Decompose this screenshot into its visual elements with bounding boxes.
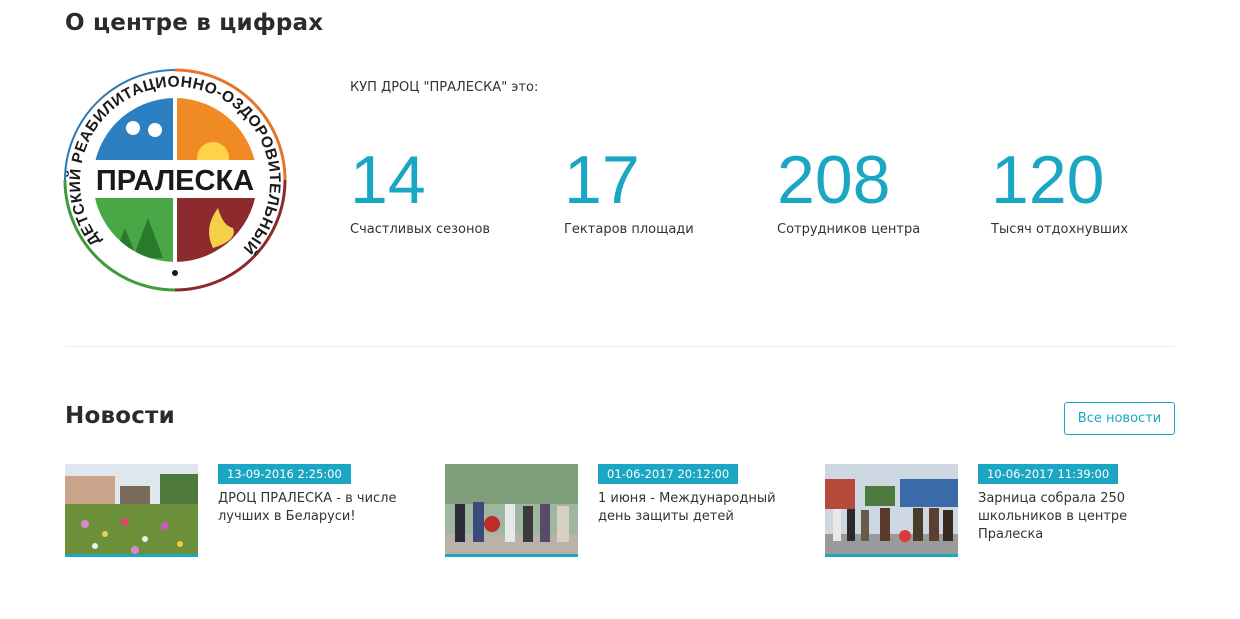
news-title-link[interactable]: ДРОЦ ПРАЛЕСКА - в числе лучших в Беларус…	[218, 490, 413, 526]
stat-label: Тысяч отдохнувших	[991, 222, 1129, 237]
stat-visitors: 120 Тысяч отдохнувших	[991, 140, 1191, 237]
stat-value: 17	[564, 142, 640, 218]
section-divider	[65, 346, 1175, 347]
news-section-title: Новости	[65, 403, 175, 429]
intro-text: КУП ДРОЦ "ПРАЛЕСКА" это:	[350, 80, 539, 95]
logo-main-text: ПРАЛЕСКА	[96, 165, 254, 197]
stat-value: 120	[991, 142, 1105, 218]
news-item[interactable]: 01-06-2017 20:12:00 1 июня - Международн…	[445, 464, 805, 564]
stat-hectares: 17 Гектаров площади	[564, 140, 764, 237]
stat-value: 208	[777, 142, 891, 218]
news-thumbnail[interactable]	[445, 464, 578, 557]
praleska-logo: ПРАЛЕСКА ДЕТСКИЙ РЕАБИЛИТАЦИОННО-ОЗДОРОВ…	[63, 68, 287, 292]
news-date: 13-09-2016 2:25:00	[218, 464, 351, 484]
stat-staff: 208 Сотрудников центра	[777, 140, 977, 237]
news-item[interactable]: 10-06-2017 11:39:00 Зарница собрала 250 …	[825, 464, 1185, 564]
news-date: 10-06-2017 11:39:00	[978, 464, 1119, 484]
news-thumbnail[interactable]	[825, 464, 958, 557]
stat-label: Сотрудников центра	[777, 222, 921, 237]
news-title-link[interactable]: 1 июня - Международный день защиты детей	[598, 490, 793, 526]
news-thumbnail[interactable]	[65, 464, 198, 557]
stats-section-title: О центре в цифрах	[65, 10, 324, 36]
stat-label: Гектаров площади	[564, 222, 694, 237]
news-item[interactable]: 13-09-2016 2:25:00 ДРОЦ ПРАЛЕСКА - в чис…	[65, 464, 425, 564]
stat-label: Счастливых сезонов	[350, 222, 491, 237]
news-date: 01-06-2017 20:12:00	[598, 464, 739, 484]
stat-seasons: 14 Счастливых сезонов	[350, 140, 550, 237]
stat-value: 14	[350, 142, 426, 218]
all-news-button[interactable]: Все новости	[1064, 402, 1175, 435]
news-title-link[interactable]: Зарница собрала 250 школьников в центре …	[978, 490, 1173, 544]
